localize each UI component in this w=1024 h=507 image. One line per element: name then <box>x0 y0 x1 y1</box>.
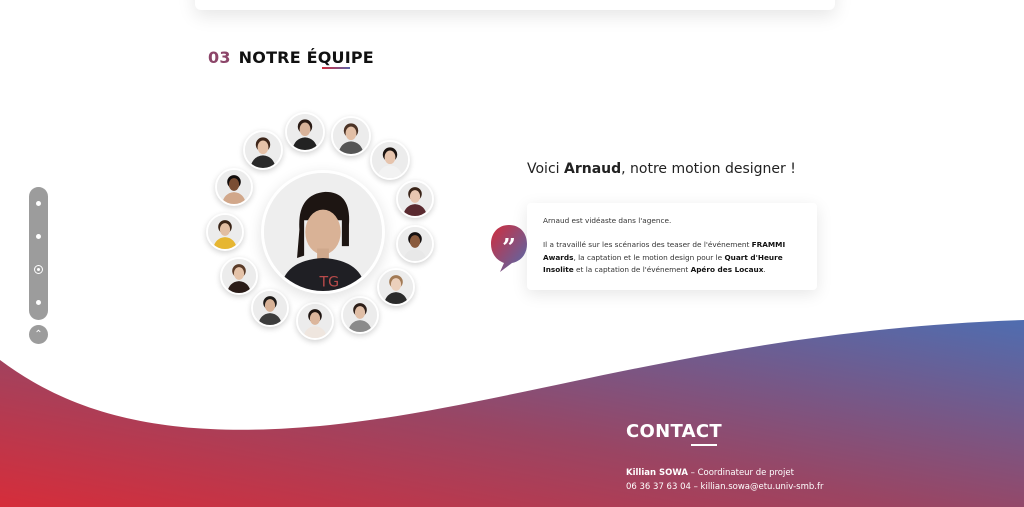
contact-role: – Coordinateur de projet <box>687 468 794 478</box>
scroll-top-button[interactable]: ⌃ <box>29 325 48 344</box>
nav-dot-3-active[interactable] <box>34 265 43 274</box>
footer-wave <box>0 320 1024 507</box>
side-page-nav <box>29 187 48 320</box>
contact-name: Killian SOWA <box>626 468 688 478</box>
contact-person: Killian SOWA – Coordinateur de projet <box>626 468 794 478</box>
nav-dot-1[interactable] <box>36 201 41 206</box>
contact-title-underline <box>691 444 717 446</box>
chevron-up-icon: ⌃ <box>34 329 43 340</box>
contact-details[interactable]: 06 36 37 63 04 – killian.sowa@etu.univ-s… <box>626 482 823 492</box>
nav-dot-2[interactable] <box>36 234 41 239</box>
nav-dot-4[interactable] <box>36 300 41 305</box>
contact-title: CONTACT <box>626 421 722 442</box>
